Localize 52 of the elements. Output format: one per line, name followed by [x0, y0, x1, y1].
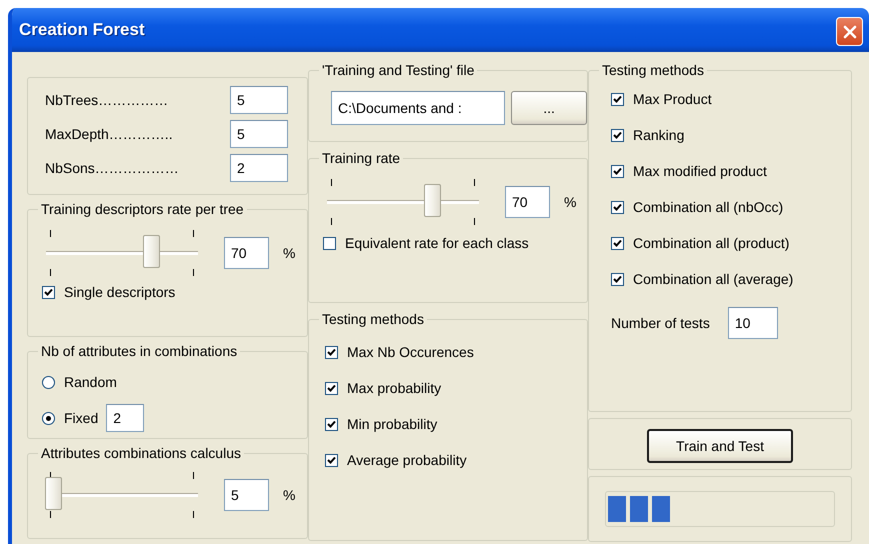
input-field[interactable]: 2	[106, 404, 144, 432]
unit-label: %	[283, 487, 296, 503]
field-label: MaxDepth…………..	[45, 126, 174, 142]
checkbox-label: Ranking	[633, 127, 684, 143]
field-label: NbSons………………	[45, 160, 180, 176]
checkbox[interactable]	[325, 418, 338, 430]
field-label: NbTrees……………	[45, 92, 170, 108]
checkbox-label: Max Product	[633, 91, 712, 107]
checkbox-label: Combination all (product)	[633, 235, 790, 251]
checkbox[interactable]	[325, 346, 338, 358]
checkbox-label: Average probability	[347, 452, 467, 468]
input-field[interactable]: 10	[728, 307, 778, 339]
checkbox[interactable]	[611, 92, 624, 106]
field-label: Number of tests	[611, 315, 710, 331]
checkbox-label: Single descriptors	[64, 284, 176, 300]
checkbox[interactable]	[42, 286, 55, 298]
input-field[interactable]: 5	[230, 86, 288, 114]
checkbox-label: Max modified product	[633, 163, 767, 179]
input-field[interactable]: 2	[230, 154, 288, 182]
radio-button[interactable]	[42, 412, 55, 424]
input-field[interactable]: 70	[505, 186, 550, 218]
slider-thumb[interactable]	[143, 235, 160, 268]
checkbox-label: Max Nb Occurences	[347, 344, 474, 360]
checkbox-label: Combination all (nbOcc)	[633, 199, 784, 215]
input-field[interactable]: C:\Documents and :	[331, 91, 506, 125]
checkbox[interactable]	[611, 272, 624, 286]
slider-thumb[interactable]	[44, 477, 62, 510]
checkbox-label: Min probability	[347, 416, 438, 432]
radio-label: Random	[64, 374, 117, 390]
unit-label: %	[283, 245, 296, 261]
checkbox[interactable]	[325, 382, 338, 394]
input-field[interactable]: 70	[224, 237, 269, 269]
close-button[interactable]	[836, 17, 863, 46]
checkbox[interactable]	[325, 454, 338, 466]
checkbox[interactable]	[611, 128, 624, 142]
checkbox[interactable]	[611, 164, 624, 178]
browse-button[interactable]: ...	[511, 91, 587, 125]
checkbox-label: Combination all (average)	[633, 271, 794, 287]
slider-thumb[interactable]	[424, 184, 442, 217]
checkbox[interactable]	[611, 200, 624, 214]
close-icon	[842, 24, 858, 40]
checkbox[interactable]	[611, 236, 624, 250]
window-title: Creation Forest	[19, 20, 145, 40]
radio-button[interactable]	[42, 376, 55, 388]
radio-label: Fixed	[64, 410, 98, 426]
input-field[interactable]: 5	[230, 120, 288, 148]
train-and-test-button[interactable]: Train and Test	[647, 429, 793, 463]
input-field[interactable]: 5	[224, 479, 269, 511]
checkbox-label: Equivalent rate for each class	[345, 235, 529, 251]
checkbox[interactable]	[323, 236, 336, 250]
checkbox-label: Max probability	[347, 380, 442, 396]
unit-label: %	[564, 194, 576, 210]
